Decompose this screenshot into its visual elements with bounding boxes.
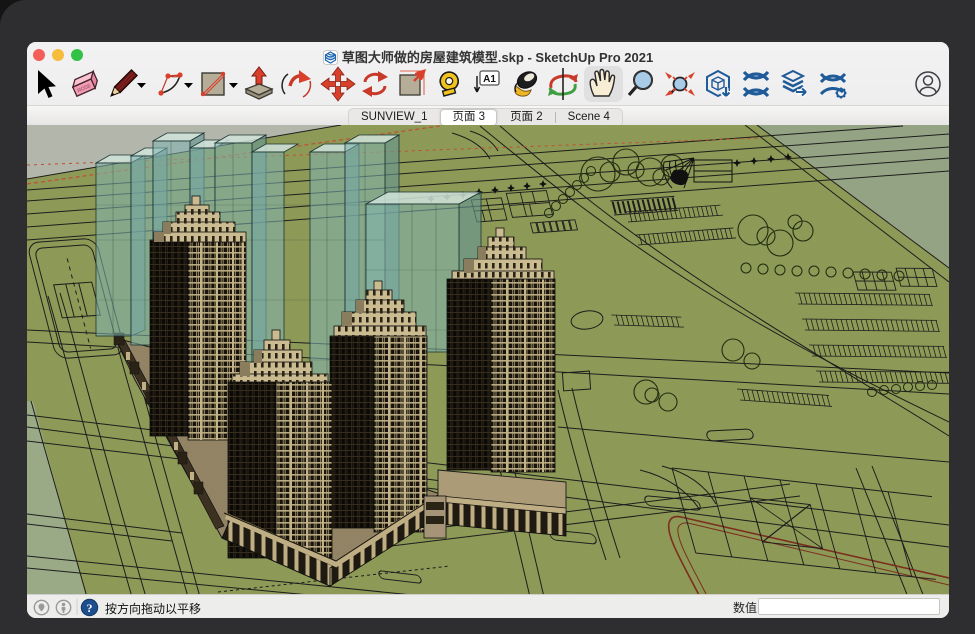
- svg-text:A1: A1: [483, 74, 496, 85]
- svg-text:?: ?: [87, 601, 93, 615]
